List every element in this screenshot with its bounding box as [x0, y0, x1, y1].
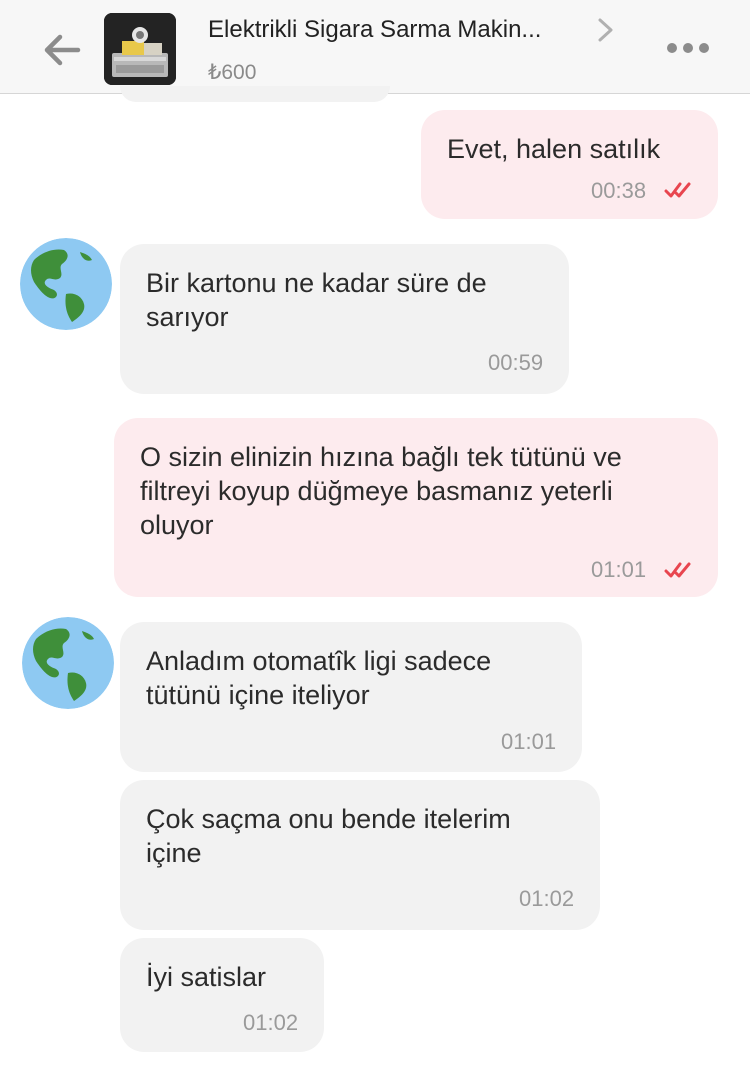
- product-thumbnail[interactable]: [104, 13, 176, 85]
- globe-avatar-icon[interactable]: [20, 238, 112, 330]
- message-text: Çok saçma onu bende itelerim içine: [146, 804, 511, 868]
- outgoing-message[interactable]: Evet, halen satılık: [421, 110, 718, 219]
- message-text: Bir kartonu ne kadar süre de sarıyor: [146, 268, 487, 332]
- message-text: Evet, halen satılık: [447, 134, 661, 164]
- product-price: ₺600: [208, 61, 257, 84]
- product-title[interactable]: Elektrikli Sigara Sarma Makin...: [208, 16, 568, 44]
- chevron-right-icon[interactable]: [594, 16, 618, 44]
- back-arrow-icon[interactable]: [40, 28, 84, 72]
- message-time: 01:02: [519, 886, 575, 911]
- message-time: 01:01: [591, 557, 647, 582]
- message-time: 00:38: [591, 178, 647, 203]
- globe-avatar-icon[interactable]: [22, 617, 114, 709]
- previous-message-partial: [120, 86, 390, 102]
- double-check-icon: [664, 182, 691, 198]
- message-time: 01:02: [243, 1010, 299, 1035]
- message-time: 00:59: [488, 350, 544, 375]
- message-text: Anladım otomatîk ligi sadece tütünü için…: [146, 646, 492, 710]
- chat-header: Elektrikli Sigara Sarma Makin... ₺600: [0, 0, 750, 94]
- double-check-icon: [664, 562, 691, 578]
- message-time: 01:01: [501, 729, 557, 754]
- message-text: O sizin elinizin hızına bağlı tek tütünü…: [140, 442, 622, 540]
- message-text: İyi satislar: [146, 962, 267, 992]
- more-dots-icon[interactable]: [664, 38, 712, 58]
